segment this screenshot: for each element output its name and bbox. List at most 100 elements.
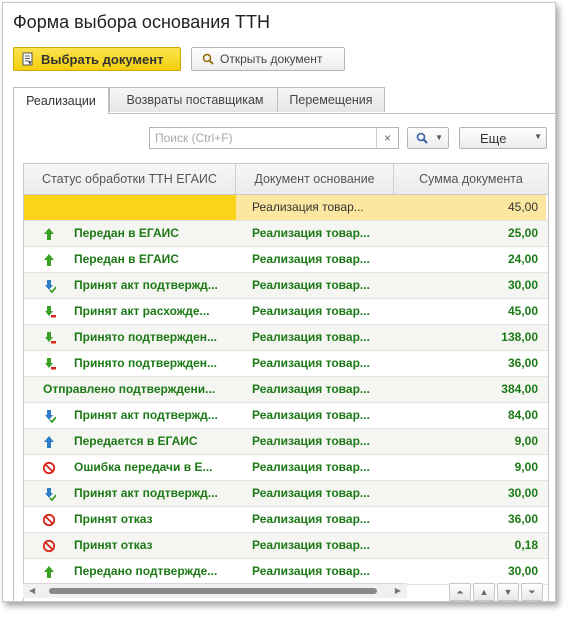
select-document-button[interactable]: Выбрать документ bbox=[13, 47, 181, 71]
arrow-down-green-minus-icon bbox=[45, 358, 56, 370]
base-document-cell: Реализация товар... bbox=[252, 252, 370, 266]
more-chevron-icon: ▼ bbox=[534, 132, 542, 141]
base-document-cell: Реализация товар... bbox=[252, 278, 370, 292]
base-document-cell: Реализация товар... bbox=[252, 512, 370, 526]
tab-realizations[interactable]: Реализации bbox=[13, 87, 109, 114]
table-row[interactable]: Принят акт подтвержд... Реализация товар.… bbox=[24, 403, 548, 429]
status-cell: Передано подтвержде... bbox=[24, 559, 236, 584]
status-text: Принят акт подтвержд... bbox=[74, 408, 218, 422]
status-text: Принят отказ bbox=[74, 512, 153, 526]
horizontal-scrollbar[interactable]: ◀ ▶ bbox=[23, 583, 407, 598]
base-document-cell: Реализация товар... bbox=[252, 408, 370, 422]
go-up-button[interactable]: ▲ bbox=[473, 583, 495, 601]
arrow-down-green-minus-icon bbox=[45, 306, 56, 318]
error-circle-icon bbox=[42, 513, 56, 527]
status-cell: Передан в ЕГАИС bbox=[24, 221, 236, 246]
base-document-cell: Реализация товар... bbox=[252, 564, 370, 578]
table-row[interactable]: Передано подтвержде... Реализация товар..… bbox=[24, 559, 548, 585]
document-sum-cell: 0,18 bbox=[514, 538, 538, 552]
document-sum-cell: 36,00 bbox=[507, 512, 538, 526]
document-sum-cell: 138,00 bbox=[501, 330, 538, 344]
status-text: Принято подтвержден... bbox=[74, 330, 217, 344]
go-first-button[interactable]: ⏶ bbox=[449, 583, 471, 601]
arrow-up-green-icon bbox=[44, 254, 54, 266]
column-header-sum[interactable]: Сумма документа bbox=[394, 164, 548, 194]
column-header-base-doc[interactable]: Документ основание bbox=[236, 164, 394, 194]
base-document-cell: Реализация товар... bbox=[236, 195, 394, 220]
status-cell bbox=[24, 195, 236, 220]
status-text: Принят акт подтвержд... bbox=[74, 278, 218, 292]
status-text: Передан в ЕГАИС bbox=[74, 226, 179, 240]
more-button[interactable]: Еще ▼ bbox=[459, 127, 547, 149]
status-cell: Принят отказ bbox=[24, 507, 236, 532]
form-title: Форма выбора основания ТТН bbox=[13, 12, 271, 32]
base-document-cell: Реализация товар... bbox=[252, 486, 370, 500]
document-sum-cell: 45,00 bbox=[507, 304, 538, 318]
table-row[interactable]: Принято подтвержден... Реализация товар..… bbox=[24, 325, 548, 351]
status-text: Передано подтвержде... bbox=[74, 564, 218, 578]
status-text: Передается в ЕГАИС bbox=[74, 434, 198, 448]
table-row[interactable]: Принят акт подтвержд... Реализация товар.… bbox=[24, 481, 548, 507]
status-text: Принят акт подтвержд... bbox=[74, 486, 218, 500]
document-sum-cell: 30,00 bbox=[507, 278, 538, 292]
search-input[interactable]: Поиск (Ctrl+F) × bbox=[149, 127, 399, 149]
table-row[interactable]: Принят отказ Реализация товар... 0,18 bbox=[24, 533, 548, 559]
scroll-left-icon[interactable]: ◀ bbox=[29, 586, 35, 595]
document-sum-cell: 45,00 bbox=[394, 195, 546, 220]
table-row[interactable]: Ошибка передачи в Е... Реализация товар..… bbox=[24, 455, 548, 481]
arrow-up-blue-icon bbox=[44, 436, 54, 448]
error-circle-icon bbox=[42, 539, 56, 553]
table-row[interactable]: Принято подтвержден... Реализация товар..… bbox=[24, 351, 548, 377]
document-sum-cell: 30,00 bbox=[507, 486, 538, 500]
status-text: Принят отказ bbox=[74, 538, 153, 552]
table-row[interactable]: Передан в ЕГАИС Реализация товар... 24,00 bbox=[24, 247, 548, 273]
table-row[interactable]: Передается в ЕГАИС Реализация товар... 9,0… bbox=[24, 429, 548, 455]
select-document-label: Выбрать документ bbox=[41, 51, 164, 67]
arrow-down-blue-check-icon bbox=[45, 280, 56, 293]
table-row[interactable]: Принят акт подтвержд... Реализация товар.… bbox=[24, 273, 548, 299]
selection-form-window: Форма выбора основания ТТН Выбрать докум… bbox=[2, 2, 556, 602]
scroll-right-icon[interactable]: ▶ bbox=[395, 586, 401, 595]
status-cell: Принят акт подтвержд... bbox=[24, 481, 236, 506]
arrow-up-green-icon bbox=[44, 566, 54, 578]
document-sum-cell: 9,00 bbox=[514, 434, 538, 448]
status-cell: Принят отказ bbox=[24, 533, 236, 558]
base-document-cell: Реализация товар... bbox=[252, 304, 370, 318]
tab-supplier-returns[interactable]: Возвраты поставщикам bbox=[109, 87, 281, 112]
status-cell: Отправлено подтверждени... bbox=[24, 377, 236, 402]
search-options-button[interactable]: ▼ bbox=[407, 127, 449, 149]
document-select-icon bbox=[22, 52, 34, 66]
arrow-down-blue-check-icon bbox=[45, 488, 56, 501]
table-row[interactable]: Принят отказ Реализация товар... 36,00 bbox=[24, 507, 548, 533]
status-text: Передан в ЕГАИС bbox=[74, 252, 179, 266]
table-row[interactable]: Отправлено подтверждени... Реализация тов… bbox=[24, 377, 548, 403]
error-circle-icon bbox=[42, 461, 56, 475]
go-last-button[interactable]: ⏷ bbox=[521, 583, 543, 601]
document-sum-cell: 9,00 bbox=[514, 460, 538, 474]
base-document-cell: Реализация товар... bbox=[252, 330, 370, 344]
status-cell: Принят акт расхожде... bbox=[24, 299, 236, 324]
status-cell: Передается в ЕГАИС bbox=[24, 429, 236, 454]
base-document-cell: Реализация товар... bbox=[252, 538, 370, 552]
open-document-button[interactable]: Открыть документ bbox=[191, 47, 345, 71]
status-cell: Передан в ЕГАИС bbox=[24, 247, 236, 272]
status-cell: Ошибка передачи в Е... bbox=[24, 455, 236, 480]
status-text: Отправлено подтверждени... bbox=[43, 382, 216, 396]
arrow-up-green-icon bbox=[44, 228, 54, 240]
table-row[interactable]: Передан в ЕГАИС Реализация товар... 25,00 bbox=[24, 221, 548, 247]
document-sum-cell: 30,00 bbox=[507, 564, 538, 578]
column-header-status[interactable]: Статус обработки ТТН ЕГАИС bbox=[24, 164, 236, 194]
status-cell: Принято подтвержден... bbox=[24, 325, 236, 350]
tab-transfers[interactable]: Перемещения bbox=[277, 87, 385, 112]
search-placeholder: Поиск (Ctrl+F) bbox=[155, 131, 233, 145]
go-down-button[interactable]: ▼ bbox=[497, 583, 519, 601]
document-sum-cell: 384,00 bbox=[501, 382, 538, 396]
clear-search-button[interactable]: × bbox=[376, 128, 398, 148]
arrow-down-green-minus-icon bbox=[45, 332, 56, 344]
table-row[interactable]: Реализация товар... 45,00 bbox=[24, 195, 548, 221]
base-document-cell: Реализация товар... bbox=[252, 226, 370, 240]
table-row[interactable]: Принят акт расхожде... Реализация товар..… bbox=[24, 299, 548, 325]
status-cell: Принят акт подтвержд... bbox=[24, 403, 236, 428]
scroll-thumb[interactable] bbox=[49, 588, 377, 594]
document-sum-cell: 24,00 bbox=[507, 252, 538, 266]
